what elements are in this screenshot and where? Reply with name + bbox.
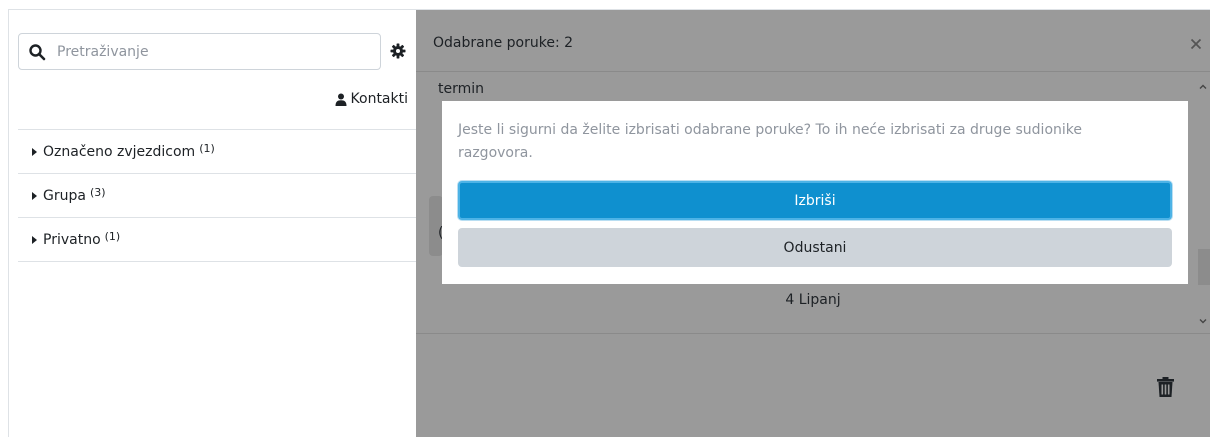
section-label: Grupa [43, 187, 86, 204]
trash-icon[interactable] [1157, 377, 1174, 397]
chevron-down-icon[interactable] [1199, 317, 1207, 325]
section-group[interactable]: Grupa (3) [18, 174, 416, 218]
delete-button[interactable]: Izbriši [458, 181, 1172, 220]
user-icon [335, 93, 347, 106]
dialog-message: Jeste li sigurni da želite izbrisati oda… [458, 122, 1082, 161]
chevron-up-icon[interactable] [1199, 83, 1207, 91]
cancel-button[interactable]: Odustani [458, 228, 1172, 267]
section-label: Označeno zvjezdicom [43, 143, 196, 160]
contacts-label: Kontakti [350, 91, 408, 107]
search-row [18, 24, 408, 70]
delete-confirm-dialog: Jeste li sigurni da želite izbrisati oda… [442, 101, 1188, 284]
section-label: Privatno [43, 231, 101, 248]
scrollbar-thumb[interactable] [1198, 249, 1210, 285]
search-icon [29, 44, 46, 61]
selected-messages-title: Odabrane poruke: 2 [433, 35, 574, 51]
section-count: (1) [199, 142, 215, 155]
gear-icon[interactable] [390, 43, 406, 59]
search-input[interactable] [57, 40, 367, 64]
section-private[interactable]: Privatno (1) [18, 218, 416, 262]
contacts-link[interactable]: Kontakti [335, 91, 408, 107]
close-icon[interactable] [1190, 38, 1202, 50]
section-count: (1) [104, 230, 121, 243]
conversation-sections: Označeno zvjezdicom (1) Grupa (3) Privat… [18, 129, 416, 262]
date-separator: 4 Lipanj [785, 292, 841, 308]
conversation-header: Odabrane poruke: 2 [416, 10, 1210, 72]
message-text: termin [438, 81, 485, 97]
caret-right-icon [32, 235, 37, 244]
caret-right-icon [32, 191, 37, 200]
section-count: (3) [89, 186, 106, 199]
section-starred[interactable]: Označeno zvjezdicom (1) [18, 130, 416, 174]
search-box[interactable] [18, 33, 381, 70]
caret-right-icon [32, 147, 37, 156]
